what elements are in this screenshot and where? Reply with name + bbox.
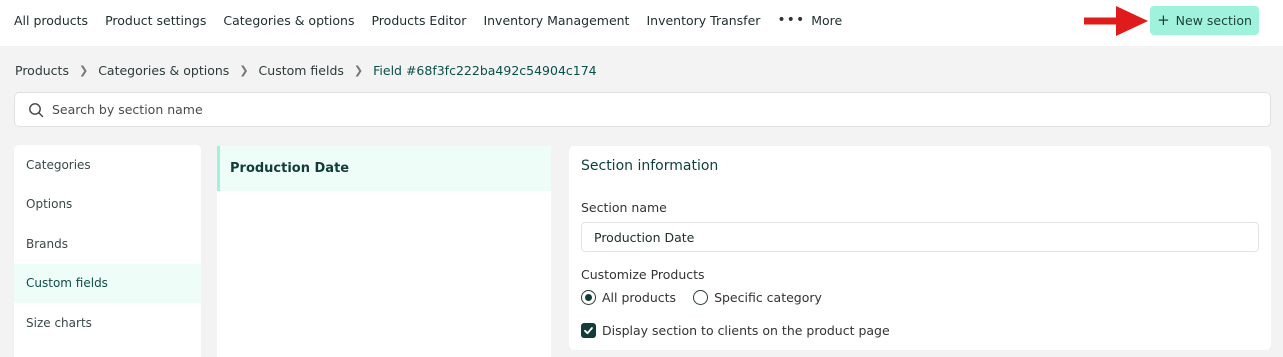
plus-icon: + [1157,11,1170,29]
chevron-right-icon: ❯ [353,63,364,77]
customize-products-label: Customize Products [581,267,705,282]
sections-list: Production Date [217,146,551,357]
display-section-label: Display section to clients on the produc… [602,323,890,338]
sidebar: Categories Options Brands Custom fields … [14,145,201,357]
nav-more-label: More [811,12,843,28]
nav-inventory-transfer[interactable]: Inventory Transfer [646,13,760,28]
section-name-label: Section name [581,200,667,215]
breadcrumb-current: Field #68f3fc222ba492c54904c174 [373,62,597,78]
breadcrumb-products[interactable]: Products [15,63,69,78]
search-icon [29,102,44,117]
section-name-input[interactable] [581,222,1259,252]
radio-checked-icon [581,290,596,305]
top-bar: All products Product settings Categories… [0,0,1283,46]
nav-categories-options[interactable]: Categories & options [223,13,354,28]
search-input[interactable] [52,102,652,117]
nav-inventory-management[interactable]: Inventory Management [483,13,629,28]
nav-all-products[interactable]: All products [14,13,88,28]
search-bar [14,92,1271,127]
breadcrumb-custom-fields[interactable]: Custom fields [259,63,344,78]
top-navigation: All products Product settings Categories… [14,0,859,40]
more-dots-icon: ••• [777,12,806,28]
chevron-right-icon: ❯ [78,63,89,77]
breadcrumb-categories-options[interactable]: Categories & options [98,63,229,78]
checkmark-icon [584,327,593,335]
sidebar-item-custom-fields[interactable]: Custom fields [14,263,201,303]
section-list-item[interactable]: Production Date [217,146,551,191]
section-information-panel: Section information Section name Customi… [569,146,1271,350]
radio-all-products-label: All products [602,290,677,305]
red-arrow-icon [1084,6,1148,36]
nav-product-settings[interactable]: Product settings [105,13,206,28]
breadcrumb: Products ❯ Categories & options ❯ Custom… [15,62,597,78]
new-section-label: New section [1175,13,1252,28]
customize-radio-group: All products Specific category [581,290,839,305]
nav-products-editor[interactable]: Products Editor [371,13,466,28]
checkbox-checked-icon[interactable] [581,323,596,338]
radio-specific-category[interactable]: Specific category [693,290,822,305]
sidebar-item-categories[interactable]: Categories [14,145,201,185]
sidebar-item-brands[interactable]: Brands [14,224,201,264]
radio-all-products[interactable]: All products [581,290,676,305]
radio-unchecked-icon [693,290,709,305]
panel-title: Section information [581,158,719,174]
chevron-right-icon: ❯ [239,63,249,77]
radio-specific-category-label: Specific category [714,290,822,305]
display-section-checkbox-row[interactable]: Display section to clients on the produc… [581,323,890,338]
sidebar-item-size-charts[interactable]: Size charts [14,303,201,343]
sidebar-item-options[interactable]: Options [14,185,201,225]
nav-more-button[interactable]: ••• More [777,12,842,28]
new-section-button[interactable]: + New section [1150,6,1259,35]
